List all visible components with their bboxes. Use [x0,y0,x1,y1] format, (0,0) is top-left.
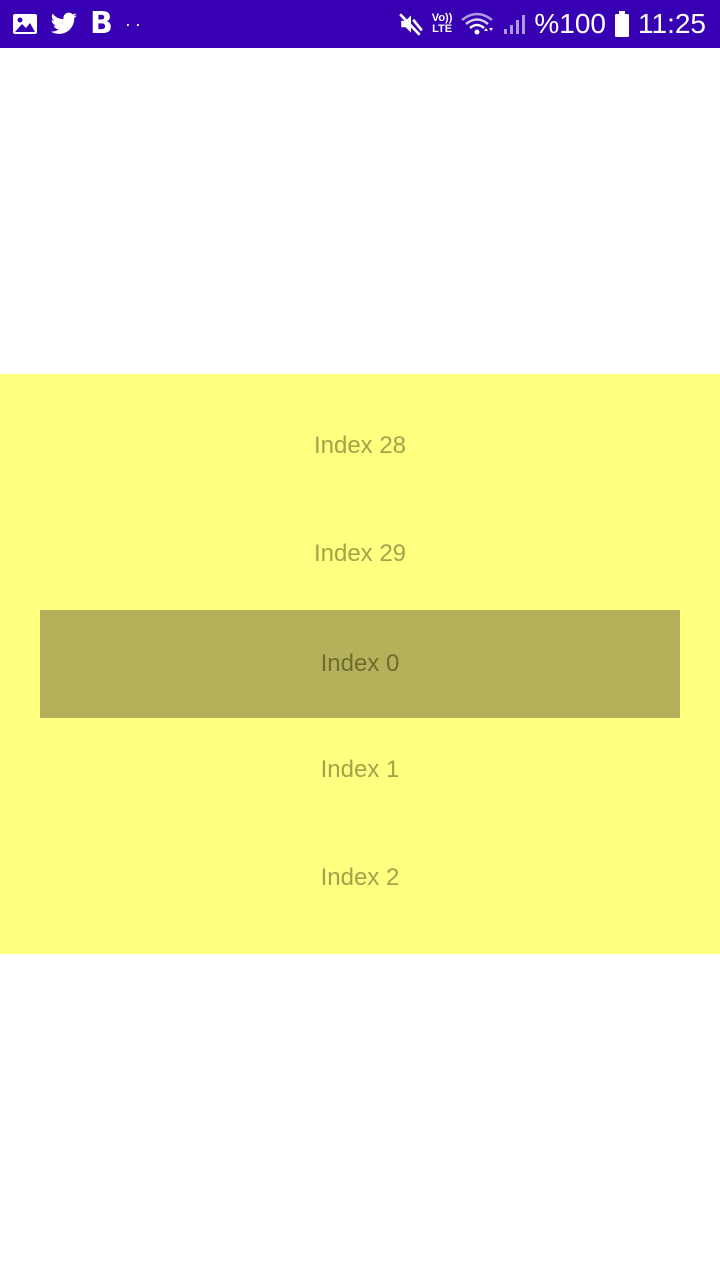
mute-icon [398,11,424,37]
battery-icon [614,10,630,38]
wheel-picker[interactable]: Index 28 Index 29 Index 0 Index 1 Index … [0,374,720,954]
notification-icons: B ·· [12,9,398,39]
twitter-icon [50,12,78,36]
clock: 11:25 [638,8,706,39]
picker-item-index-29[interactable]: Index 29 [0,500,720,608]
picker-item-index-2[interactable]: Index 2 [0,824,720,932]
picker-item-index-1[interactable]: Index 1 [0,716,720,824]
volte-icon: Vo)) LTE [432,13,453,35]
picker-item-index-0[interactable]: Index 0 [0,610,720,718]
system-icons: Vo)) LTE %100 11:25 [398,10,706,38]
battery-percent: %100 [534,8,606,39]
image-icon [12,12,38,36]
volte-bottom-label: LTE [432,23,453,35]
status-bar: B ·· Vo)) LTE %100 11:25 [0,0,720,48]
signal-icon [502,12,526,36]
more-notifications-icon: ·· [124,13,145,34]
b-app-icon: B [90,6,113,41]
picker-item-index-28[interactable]: Index 28 [0,392,720,500]
wifi-icon [460,11,494,37]
